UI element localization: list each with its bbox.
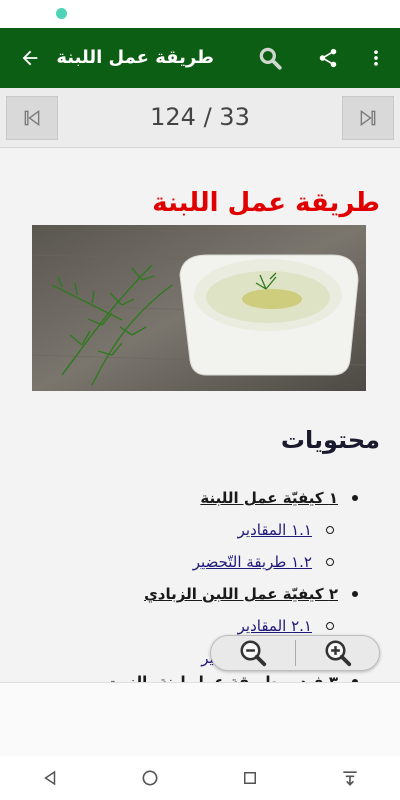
circle-bullet-icon (326, 526, 334, 534)
pager-bar: 124 / 33 (0, 88, 400, 148)
contents-heading: محتويات (280, 426, 380, 454)
back-triangle-icon[interactable] (30, 758, 70, 798)
bottom-blank-area (0, 682, 400, 756)
skip-next-icon[interactable] (342, 96, 394, 140)
article-title: طريقة عمل اللبنة (152, 188, 380, 218)
app-bar-title: طريقة عمل اللبنة (56, 47, 214, 68)
circle-bullet-icon (326, 558, 334, 566)
recents-square-icon[interactable] (230, 758, 270, 798)
circle-bullet-icon (326, 622, 334, 630)
zoom-out-icon[interactable] (211, 636, 295, 670)
toc-link[interactable]: ٣ فيديو طريقة عمل لبنة بالزيت (106, 673, 338, 682)
page-counter: 124 / 33 (150, 103, 250, 131)
toc-link[interactable]: ١.١ المقادير (238, 521, 312, 539)
zoom-control (210, 635, 380, 671)
toc-link[interactable]: ١ كيفيّة عمل اللبنة (200, 489, 338, 507)
skip-previous-icon[interactable] (6, 96, 58, 140)
app-bar: طريقة عمل اللبنة (0, 28, 400, 88)
zoom-in-icon[interactable] (296, 636, 380, 670)
toc-item-2[interactable]: ٢ كيفيّة عمل اللبن الزبادي (144, 580, 358, 608)
toc-item-1-1[interactable]: ١.١ المقادير (238, 516, 334, 544)
share-icon[interactable] (306, 28, 350, 88)
toc-link[interactable]: ٢.١ المقادير (238, 617, 312, 635)
more-vert-icon[interactable] (354, 28, 398, 88)
bullet-icon (352, 591, 358, 597)
toc-item-1-2[interactable]: ١.٢ طريقة التّحضير (193, 548, 334, 576)
toc-item-1[interactable]: ١ كيفيّة عمل اللبنة (200, 484, 358, 512)
system-nav-bar (0, 756, 400, 800)
notification-dot-icon (56, 8, 67, 19)
status-bar (0, 0, 400, 28)
toc-link[interactable]: ٢ كيفيّة عمل اللبن الزبادي (144, 585, 338, 603)
bullet-icon (352, 495, 358, 501)
article-content: طريقة عمل اللبنة محتويات ١ كيفيّة عمل ال… (0, 148, 400, 682)
labneh-photo (32, 225, 366, 391)
back-arrow-icon[interactable] (8, 28, 52, 88)
download-icon[interactable] (330, 758, 370, 798)
home-circle-icon[interactable] (130, 758, 170, 798)
toc-link[interactable]: ١.٢ طريقة التّحضير (193, 553, 312, 571)
search-icon[interactable] (248, 28, 292, 88)
